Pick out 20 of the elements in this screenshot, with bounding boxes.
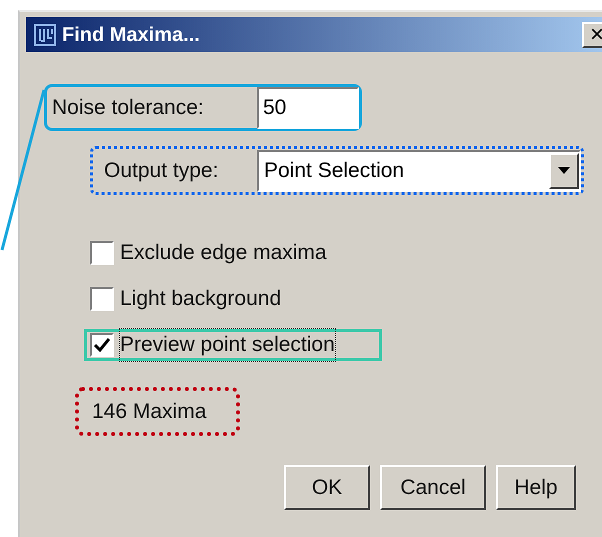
app-logo-icon (34, 24, 56, 46)
dropdown[interactable]: Point Selection (257, 150, 581, 192)
checkbox-label: Exclude edge maxima (120, 240, 327, 266)
checkbox[interactable] (90, 333, 114, 357)
input-field[interactable]: 50 (257, 86, 359, 128)
dialog-button[interactable]: Cancel (380, 465, 486, 510)
maxima-count: 146 Maxima (92, 398, 206, 425)
checkbox-label: Light background (120, 286, 282, 312)
caret-icon (558, 167, 570, 174)
dialog-button[interactable]: Help (496, 465, 576, 510)
dropdown-arrow-button[interactable] (549, 152, 579, 188)
window-title: Find Maxima... (62, 22, 200, 48)
checkbox-label: Preview point selection (120, 329, 335, 361)
field-label: Noise tolerance: (52, 94, 205, 121)
checkbox[interactable] (90, 241, 114, 265)
dialog-button[interactable]: OK (284, 465, 370, 510)
close-button[interactable]: × (582, 22, 602, 48)
checkbox[interactable] (90, 287, 114, 311)
field-label: Output type: (104, 158, 220, 184)
check-icon (94, 338, 110, 352)
